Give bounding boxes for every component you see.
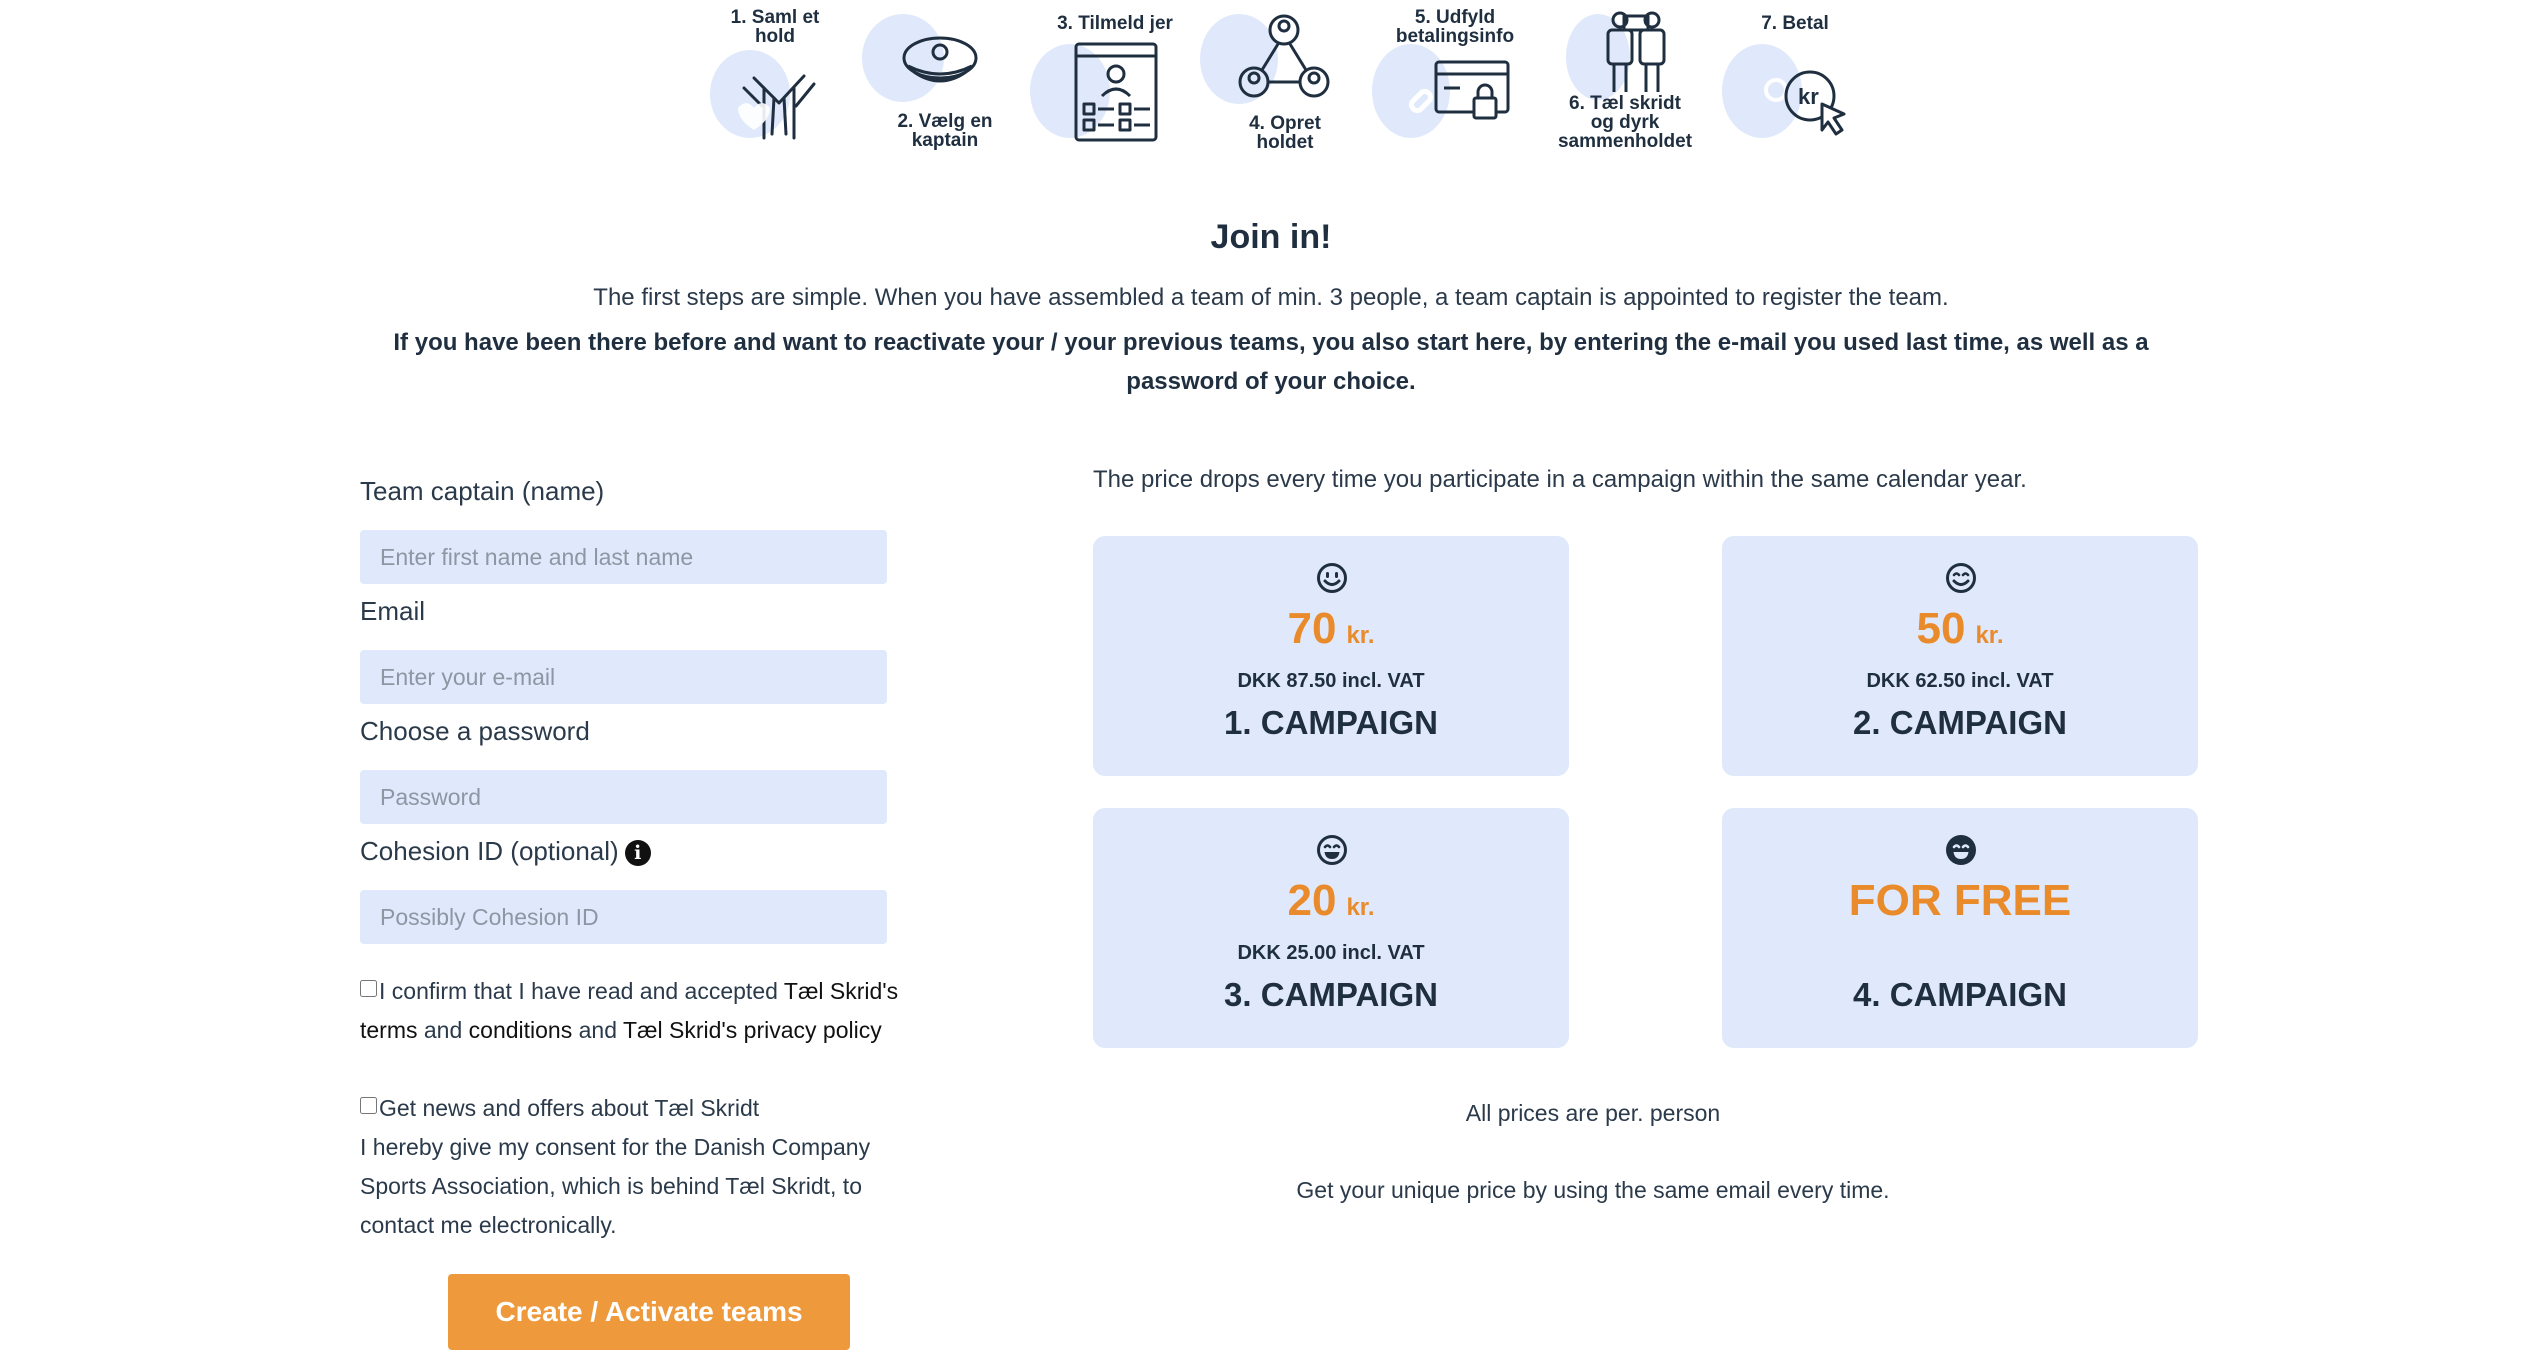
svg-text:kr: kr xyxy=(1798,84,1819,109)
create-activate-teams-button[interactable]: Create / Activate teams xyxy=(448,1274,850,1350)
terms-prefix: I confirm that I have read and accepted xyxy=(379,978,784,1004)
email-input[interactable] xyxy=(360,650,887,704)
joined-hands-icon xyxy=(738,74,816,140)
step-3: 3. Tilmeld jer xyxy=(1030,0,1200,160)
captain-hat-icon xyxy=(902,36,978,83)
consent-text: I hereby give my consent for the Danish … xyxy=(360,1134,871,1238)
step-4-label-2: holdet xyxy=(1256,132,1314,153)
smiley-icon xyxy=(1317,563,1347,593)
step-6-label-3: sammenholdet xyxy=(1557,131,1693,152)
cohesion-id-label: Cohesion ID (optional) xyxy=(360,836,619,866)
unique-price-note: Get your unique price by using the same … xyxy=(1296,1177,1890,1203)
step-7-label: 7. Betal xyxy=(1761,13,1829,34)
cohesion-id-input[interactable] xyxy=(360,890,887,944)
campaign-label-4: 4. CAMPAIGN xyxy=(1853,976,2067,1013)
price-vat-1: DKK 87.50 incl. VAT xyxy=(1237,670,1425,692)
price-card-3: 20 kr. DKK 25.00 incl. VAT 3. CAMPAIGN xyxy=(1093,808,1569,1048)
smile-icon xyxy=(1946,563,1976,593)
step-5-label: 5. Udfyld xyxy=(1414,7,1496,28)
price-card-1: 70 kr. DKK 87.50 incl. VAT 1. CAMPAIGN xyxy=(1093,536,1569,776)
happy-face-icon xyxy=(1946,835,1976,865)
signup-page: 1. Saml et hold 2. Vælg en kaptain 3. Ti… xyxy=(0,0,2542,1358)
step-5-label-2: betalingsinfo xyxy=(1395,26,1515,47)
price-drop-note: The price drops every time you participa… xyxy=(1093,466,2027,493)
terms-and-1: and xyxy=(417,1017,469,1043)
price-card-4: FOR FREE 4. CAMPAIGN xyxy=(1722,808,2198,1048)
step-6-label-2: og dyrk xyxy=(1590,112,1660,133)
step-7: kr 7. Betal xyxy=(1710,0,1880,160)
newsletter-checkbox[interactable] xyxy=(360,1097,377,1114)
cohesion-id-label-row: Cohesion ID (optional) i xyxy=(360,836,651,867)
price-card-2: 50 kr. DKK 62.50 incl. VAT 2. CAMPAIGN xyxy=(1722,536,2198,776)
terms-and-2: and xyxy=(572,1017,623,1043)
intro-bold-text: If you have been there before and want t… xyxy=(393,329,2149,395)
payment-card-lock-icon xyxy=(1408,60,1510,120)
step-6: 6. Tæl skridt og dyrk sammenholdet xyxy=(1540,0,1710,160)
registration-form-icon xyxy=(1074,42,1158,142)
price-vat-3: DKK 25.00 incl. VAT xyxy=(1237,942,1425,964)
terms-consent: I confirm that I have read and accepted … xyxy=(360,972,940,1050)
step-2-label-2: kaptain xyxy=(911,130,979,151)
info-icon[interactable]: i xyxy=(624,840,651,866)
privacy-policy-link[interactable]: Tæl Skrid's privacy policy xyxy=(623,1017,882,1043)
team-network-icon xyxy=(1238,14,1330,98)
step-4-label: 4. Opret xyxy=(1249,113,1321,134)
conditions-link[interactable]: conditions xyxy=(469,1017,573,1043)
newsletter-consent: Get news and offers about Tæl Skridt xyxy=(360,1089,940,1128)
grin-icon xyxy=(1317,835,1347,865)
kr-cursor-icon: kr xyxy=(1764,70,1846,136)
price-amount-3: 20 xyxy=(1287,876,1337,925)
price-amount-2: 50 xyxy=(1916,604,1966,653)
campaign-label-2: 2. CAMPAIGN xyxy=(1853,704,2067,741)
step-1-label-2: hold xyxy=(754,26,796,47)
step-1: 1. Saml et hold xyxy=(690,0,860,160)
step-4: 4. Opret holdet xyxy=(1200,0,1370,160)
step-6-label: 6. Tæl skridt xyxy=(1569,93,1681,114)
campaign-label-3: 3. CAMPAIGN xyxy=(1224,976,1438,1013)
price-unit-1: kr. xyxy=(1346,622,1375,649)
step-2-label: 2. Vælg en xyxy=(897,111,993,132)
price-unit-2: kr. xyxy=(1975,622,2004,649)
price-value-1: 70 kr. xyxy=(1093,604,1569,654)
price-value-3: 20 kr. xyxy=(1093,876,1569,926)
price-value-2: 50 kr. xyxy=(1722,604,2198,654)
step-2: 2. Vælg en kaptain xyxy=(860,0,1030,160)
email-label: Email xyxy=(360,596,426,626)
newsletter-label: Get news and offers about Tæl Skridt xyxy=(379,1095,760,1121)
step-3-label: 3. Tilmeld jer xyxy=(1057,13,1173,34)
step-1-label: 1. Saml et xyxy=(730,7,820,28)
password-input[interactable] xyxy=(360,770,887,824)
price-free: FOR FREE xyxy=(1848,876,2072,925)
password-label: Choose a password xyxy=(360,716,590,746)
intro-text: The first steps are simple. When you hav… xyxy=(593,284,1949,311)
terms-checkbox[interactable] xyxy=(360,980,377,997)
price-unit-3: kr. xyxy=(1346,894,1375,921)
price-amount-1: 70 xyxy=(1287,604,1337,653)
steps-strip: 1. Saml et hold 2. Vælg en kaptain 3. Ti… xyxy=(690,0,1890,170)
page-title: Join in! xyxy=(1210,218,1332,256)
walking-people-icon xyxy=(1606,11,1666,92)
price-vat-2: DKK 62.50 incl. VAT xyxy=(1866,670,2054,692)
step-5: 5. Udfyld betalingsinfo xyxy=(1370,0,1540,160)
per-person-note: All prices are per. person xyxy=(1465,1100,1721,1126)
captain-name-label: Team captain (name) xyxy=(360,476,605,506)
campaign-label-1: 1. CAMPAIGN xyxy=(1224,704,1438,741)
captain-name-input[interactable] xyxy=(360,530,887,584)
